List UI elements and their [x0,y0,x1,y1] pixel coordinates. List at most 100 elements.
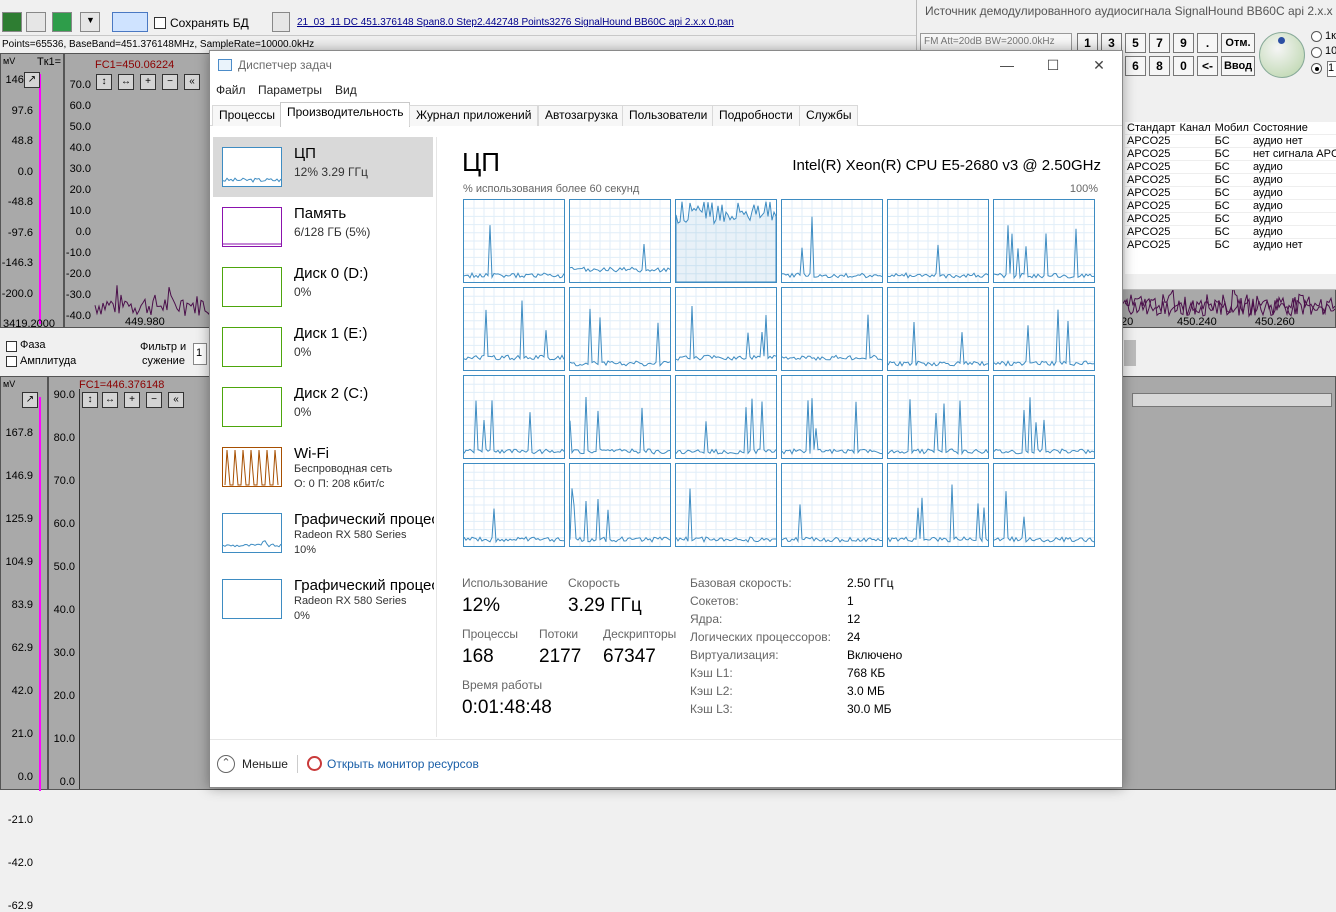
phase-plot-bottom-left[interactable]: мV 167.8 146.9 125.9 104.9 83.9 62.9 42.0 21.0 0… [0,376,48,912]
save-db-checkbox[interactable] [154,17,166,29]
zoom-in-icon-bottom[interactable]: + [124,392,140,408]
sidebar-item-disk0[interactable]: Диск 0 (D:) 0% [213,257,433,317]
sidebar-item-disk2[interactable]: Диск 2 (C:) 0% [213,377,433,437]
table-row[interactable]: APCO25 БС нет сигнала APC [1125,147,1336,161]
sidebar-item-memory[interactable]: Память 6/128 ГБ (5%) [213,197,433,257]
tab-app-history[interactable]: Журнал приложений [409,105,539,126]
key-7[interactable]: 7 [1149,33,1170,53]
scrollbar[interactable] [1132,393,1332,407]
title-bar[interactable]: Диспетчер задач — ☐ ✕ [210,51,1122,81]
sidebar-item-disk1[interactable]: Диск 1 (E:) 0% [213,317,433,377]
tab-users[interactable]: Пользователи [622,105,715,126]
table-row[interactable]: APCO25 БС аудио [1125,186,1336,200]
tab-details[interactable]: Подробности [712,105,800,126]
enter-key[interactable]: Ввод [1221,56,1255,76]
cancel-key[interactable]: Отм. [1221,33,1255,53]
phase-checkbox[interactable] [6,341,17,352]
minimize-icon[interactable]: — [984,51,1030,81]
zoom-horz-icon[interactable]: ↔ [118,74,134,90]
table-row[interactable]: APCO25 БС аудио нет [1125,238,1336,251]
tab-services[interactable]: Службы [799,105,859,126]
zoom-in-icon[interactable]: + [140,74,156,90]
axis-tick: 97.6 [11,104,33,117]
table-row[interactable]: APCO25 БС аудио нет [1125,134,1336,148]
unit-label-bottom: мV [3,379,16,389]
baseband-info: Points=65536, BaseBand=451.376148MHz, Sa… [2,39,315,50]
backspace-key[interactable]: <- [1197,56,1218,76]
left-axis-bottom: 167.8 146.9 125.9 104.9 83.9 62.9 42.0 21.0 0.0 -… [1,427,37,912]
key-8[interactable]: 8 [1149,56,1170,76]
axis-tick: -48.8 [7,196,33,208]
phase-plot-left[interactable]: мV Tк1= 146.3 97.6 48.8 0.0 -48.8 -97.6 -146.3… [0,53,64,330]
volume-knob-icon[interactable] [1259,32,1305,78]
key-9[interactable]: 9 [1173,33,1194,53]
sidebar-item-cpu[interactable]: ЦП 12% 3.29 ГГц [213,137,433,197]
open-resource-monitor-link[interactable]: Открыть монитор ресурсов [327,757,479,771]
core-graph [887,199,989,283]
core-graph-svg [570,288,670,370]
chevron-up-icon[interactable]: ⌃ [217,755,235,773]
save-tool-icon[interactable] [2,12,22,32]
core-graph-svg [888,376,988,458]
table-row[interactable]: APCO25 БС аудио [1125,212,1336,226]
table-header[interactable]: Канал [1178,122,1213,135]
tab-performance[interactable]: Производительность [280,102,411,127]
table-row[interactable]: APCO25 БС аудио [1125,160,1336,174]
menu-view[interactable]: Вид [335,83,357,97]
table-cell: нет сигнала APC [1250,147,1336,161]
key-5[interactable]: 5 [1125,33,1146,53]
key-0[interactable]: 0 [1173,56,1194,76]
sidebar-item-gpu1[interactable]: Графический процессор 1 Radeon RX 580 Se… [213,569,434,635]
menu-file[interactable]: Файл [216,83,246,97]
fewer-details-link[interactable]: Меньше [242,757,288,771]
key-dot[interactable]: . [1197,33,1218,53]
file-icon[interactable] [272,12,290,32]
zoom-vert-icon[interactable]: ↕ [96,74,112,90]
marker-line-bottom [39,397,41,791]
table-cell [1177,186,1213,200]
table-header[interactable]: Стандарт [1125,122,1178,135]
zoom-out-icon[interactable]: − [162,74,178,90]
tab-processes[interactable]: Процессы [212,105,283,126]
maximize-icon[interactable]: ☐ [1030,51,1076,81]
filter-input[interactable]: 1 [193,343,207,365]
table-header[interactable]: Состояние [1251,122,1336,135]
chart-tool-icon[interactable] [52,12,72,32]
uptime-value: 0:01:48:48 [462,697,552,718]
table-row[interactable]: APCO25 БС аудио [1125,225,1336,239]
close-icon[interactable]: ✕ [1076,51,1122,81]
sidebar-item-wifi[interactable]: Wi-Fi Беспроводная сеть О: 0 П: 208 кбит… [213,437,433,497]
zoom-vert-icon-bottom[interactable]: ↕ [82,392,98,408]
table-cell: APCO25 [1125,212,1178,226]
file-link[interactable]: 21_03_11 DC 451.376148 Span8.0 Step2.442… [297,17,734,28]
table-header[interactable]: Мобил [1213,122,1251,135]
core-graph-svg [570,200,670,282]
side-scroll[interactable] [1124,340,1136,366]
menu-options[interactable]: Параметры [258,83,322,97]
left-nav-icon[interactable]: ↗ [24,72,40,88]
signal-tool-icon[interactable] [112,12,148,32]
zoom-out-icon-bottom[interactable]: − [146,392,162,408]
dropdown-tool-icon[interactable]: ▼ [80,12,100,32]
rewind-icon-bottom[interactable]: « [168,392,184,408]
core-graph-svg [570,464,670,546]
radio-10-label: 10 [1325,45,1336,57]
rewind-icon[interactable]: « [184,74,200,90]
left-nav-icon-bottom[interactable]: ↗ [22,392,38,408]
tab-strip: Процессы Производительность Журнал прило… [210,102,1122,127]
grid-tool-icon[interactable] [26,12,46,32]
table-row[interactable]: APCO25 БС аудио [1125,199,1336,213]
tab-startup[interactable]: Автозагрузка [538,105,625,126]
trace-line [222,540,282,548]
zoom-horz-icon-bottom[interactable]: ↔ [102,392,118,408]
table-cell: аудио [1250,225,1336,239]
audio-params-field[interactable]: FM Att=20dB BW=2000.0kHz [920,33,1072,51]
key-6[interactable]: 6 [1125,56,1146,76]
table-row[interactable]: APCO25 БС аудио [1125,173,1336,187]
radio-1k[interactable] [1311,31,1322,42]
radio-1-value[interactable]: 1 [1327,61,1336,77]
radio-1[interactable] [1311,63,1322,74]
sidebar-item-gpu0[interactable]: Графический процессор 0 Radeon RX 580 Se… [213,503,434,569]
radio-10[interactable] [1311,47,1322,58]
amplitude-checkbox[interactable] [6,356,17,367]
